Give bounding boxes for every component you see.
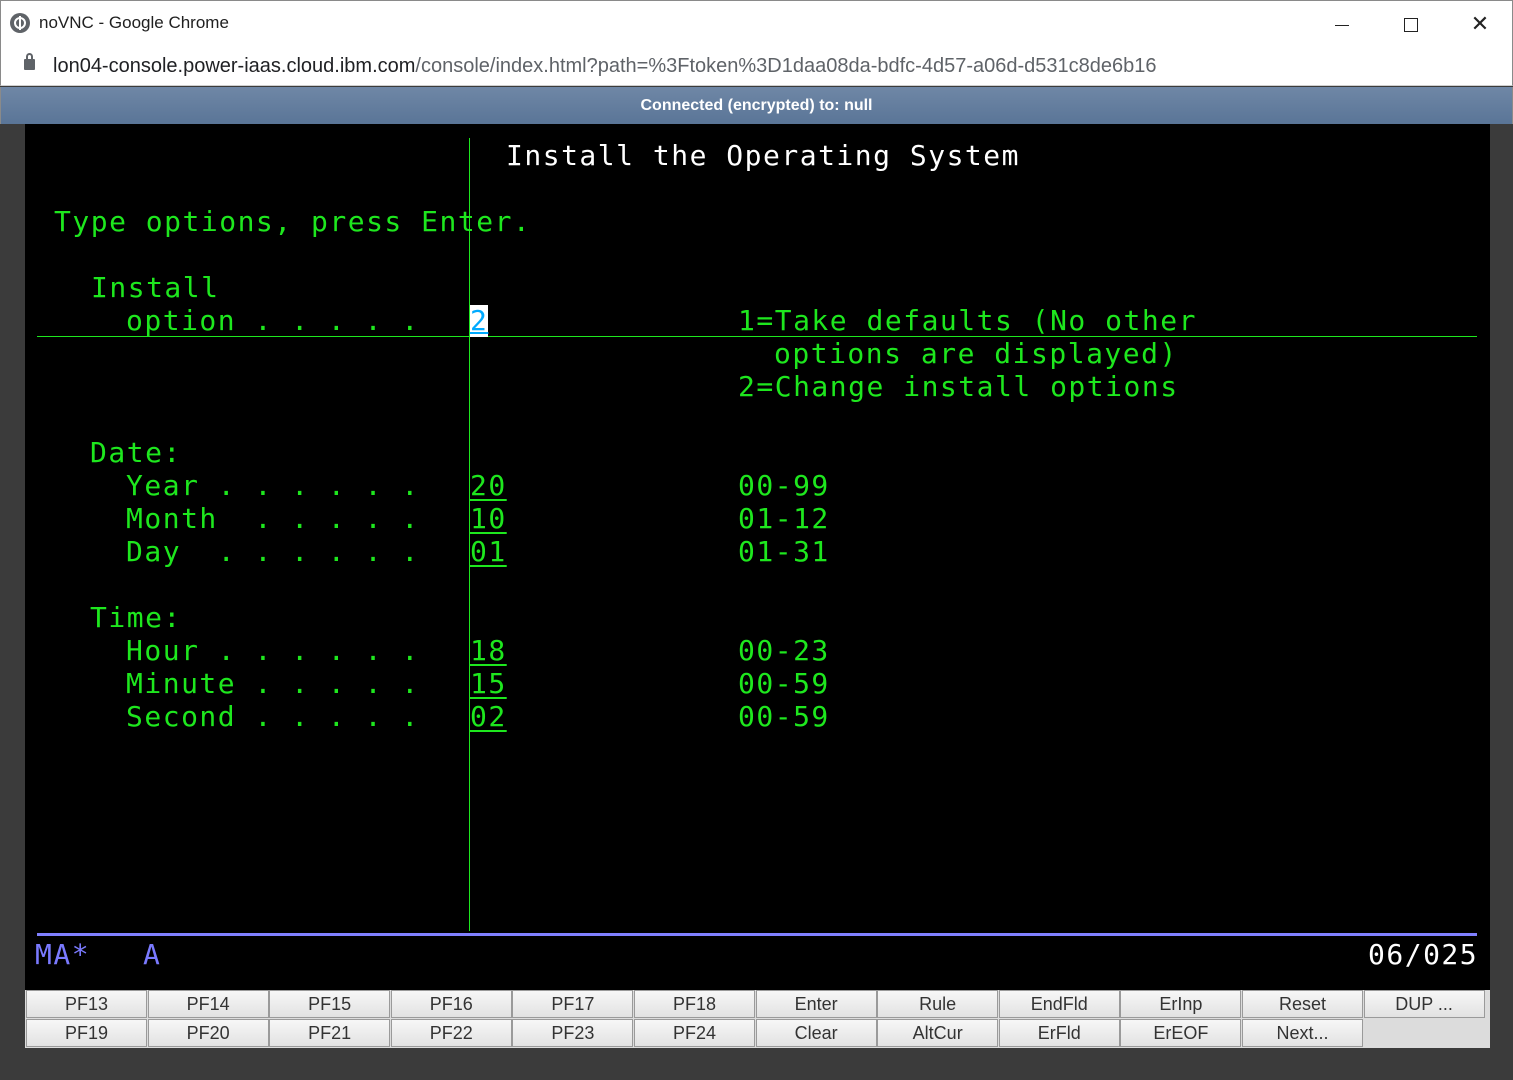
status-mode: A: [143, 938, 162, 971]
second-input[interactable]: 02: [470, 701, 507, 733]
install-label-2: option . . . . .: [126, 304, 420, 337]
key-next[interactable]: Next...: [1242, 1019, 1363, 1047]
function-key-pad: PF13 PF14 PF15 PF16 PF17 PF18 Enter Rule EndFld E…: [25, 990, 1490, 1048]
address-bar[interactable]: lon04-console.power-iaas.cloud.ibm.com/c…: [0, 46, 1513, 86]
key-pf21[interactable]: PF21: [269, 1019, 391, 1047]
key-endfld[interactable]: EndFld: [998, 990, 1120, 1018]
month-label: Month . . . . .: [126, 502, 420, 535]
terminal-screen[interactable]: Install the Operating System Type option…: [25, 124, 1490, 990]
key-pf22[interactable]: PF22: [390, 1019, 512, 1047]
key-reset[interactable]: Reset: [1242, 990, 1363, 1018]
hour-range: 00-23: [738, 634, 830, 667]
key-ereof[interactable]: ErEOF: [1120, 1019, 1242, 1047]
key-pf17[interactable]: PF17: [512, 990, 634, 1018]
minimize-button[interactable]: [1308, 1, 1376, 47]
day-input[interactable]: 01: [470, 536, 507, 568]
month-range: 01-12: [738, 502, 830, 535]
title-bar: noVNC - Google Chrome ✕: [0, 0, 1513, 46]
install-help-3: 2=Change install options: [738, 370, 1179, 403]
year-input[interactable]: 20: [470, 470, 507, 502]
day-range: 01-31: [738, 535, 830, 568]
key-pf14[interactable]: PF14: [147, 990, 269, 1018]
second-label: Second . . . . .: [126, 700, 420, 733]
key-pf16[interactable]: PF16: [390, 990, 512, 1018]
minute-label: Minute . . . . .: [126, 667, 420, 700]
novnc-status-bar: Connected (encrypted) to: null: [0, 87, 1513, 124]
time-heading: Time:: [90, 601, 182, 634]
key-rule[interactable]: Rule: [877, 990, 999, 1018]
key-pf13[interactable]: PF13: [26, 990, 147, 1018]
minute-input[interactable]: 15: [470, 668, 507, 700]
key-clear[interactable]: Clear: [755, 1019, 877, 1047]
url-host: lon04-console.power-iaas.cloud.ibm.com: [53, 55, 416, 77]
key-altcur[interactable]: AltCur: [877, 1019, 999, 1047]
lock-icon[interactable]: [24, 53, 35, 70]
key-pf23[interactable]: PF23: [512, 1019, 634, 1047]
maximize-button[interactable]: [1377, 1, 1445, 47]
instruction-text: Type options, press Enter.: [54, 205, 532, 238]
year-label: Year . . . . . .: [126, 469, 420, 502]
day-label: Day . . . . . .: [126, 535, 420, 568]
month-input[interactable]: 10: [470, 503, 507, 535]
install-option-input[interactable]: 2: [470, 305, 489, 337]
key-pf15[interactable]: PF15: [269, 990, 391, 1018]
key-pf20[interactable]: PF20: [147, 1019, 269, 1047]
minute-range: 00-59: [738, 667, 830, 700]
maximize-icon: [1404, 18, 1418, 33]
browser-window: noVNC - Google Chrome ✕ lon04-console.po…: [0, 0, 1513, 1080]
install-help-2: options are displayed): [774, 337, 1178, 370]
hour-input[interactable]: 18: [470, 635, 507, 667]
key-erfld[interactable]: ErFld: [998, 1019, 1120, 1047]
minimize-icon: [1335, 24, 1349, 26]
window-bottom: [0, 1048, 1513, 1080]
chrome-icon: [10, 13, 30, 33]
key-pf18[interactable]: PF18: [634, 990, 755, 1018]
date-heading: Date:: [90, 436, 182, 469]
key-dup[interactable]: DUP ...: [1363, 990, 1485, 1018]
key-pf19[interactable]: PF19: [26, 1019, 147, 1047]
screen-title: Install the Operating System: [506, 139, 1021, 172]
install-help-1: 1=Take defaults (No other: [738, 304, 1197, 337]
hour-label: Hour . . . . . .: [126, 634, 420, 667]
install-label-1: Install: [91, 271, 220, 304]
status-indicator: MA*: [35, 938, 91, 971]
status-divider: [37, 933, 1477, 936]
cursor-position: 06/025: [1368, 938, 1479, 971]
key-erinp[interactable]: ErInp: [1120, 990, 1242, 1018]
window-title: noVNC - Google Chrome: [39, 13, 229, 32]
close-button[interactable]: ✕: [1446, 1, 1513, 47]
url-text[interactable]: lon04-console.power-iaas.cloud.ibm.com/c…: [53, 55, 1157, 78]
key-pf24[interactable]: PF24: [634, 1019, 755, 1047]
second-range: 00-59: [738, 700, 830, 733]
url-path: /console/index.html?path=%3Ftoken%3D1daa…: [415, 55, 1157, 77]
year-range: 00-99: [738, 469, 830, 502]
key-enter[interactable]: Enter: [755, 990, 877, 1018]
